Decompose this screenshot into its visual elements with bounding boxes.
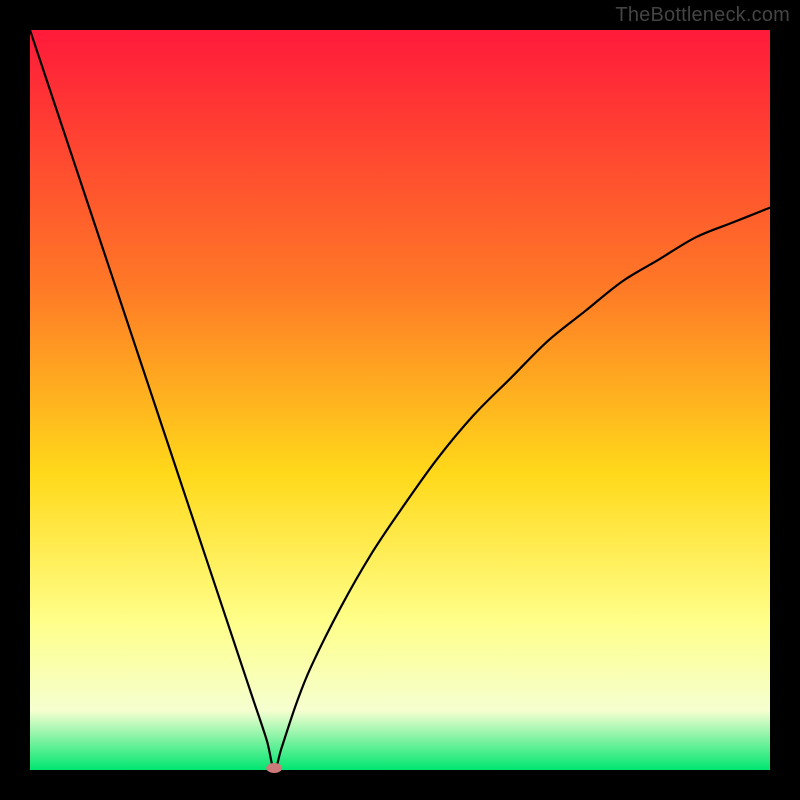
bottleneck-chart bbox=[0, 0, 800, 800]
gradient-background bbox=[30, 30, 770, 770]
chart-frame: TheBottleneck.com bbox=[0, 0, 800, 800]
watermark-text: TheBottleneck.com bbox=[615, 4, 790, 27]
optimum-marker bbox=[266, 763, 282, 773]
